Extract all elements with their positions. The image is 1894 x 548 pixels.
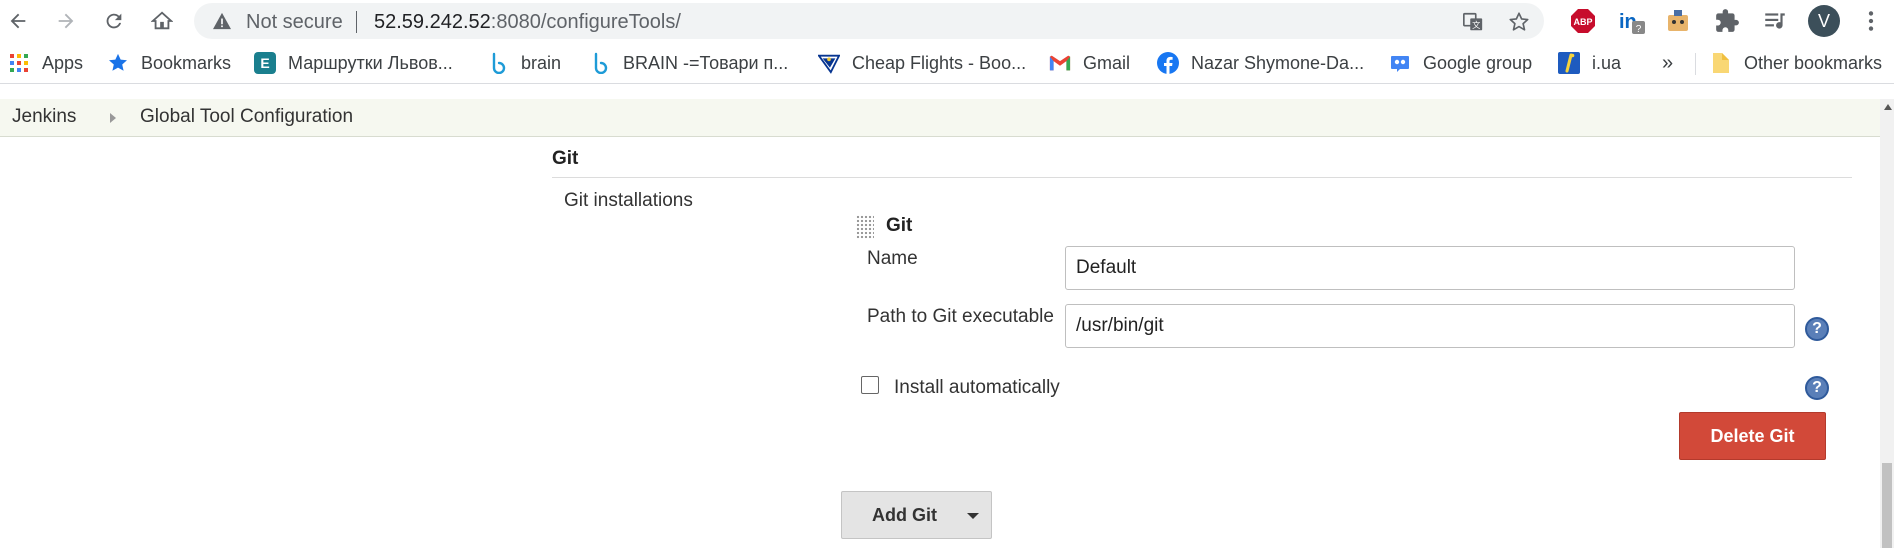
- google-groups-icon: [1389, 52, 1411, 74]
- apps-grid-icon: [8, 52, 30, 74]
- url-text[interactable]: 52.59.242.52:8080/configureTools/: [374, 11, 681, 34]
- bookmark-facebook-profile[interactable]: Nazar Shymone-Da...: [1157, 43, 1364, 83]
- media-queue-icon[interactable]: [1762, 8, 1788, 34]
- name-input[interactable]: [1065, 246, 1795, 290]
- add-git-label: Add Git: [872, 505, 937, 525]
- bookmark-label: Google group: [1423, 52, 1533, 73]
- install-automatically-label[interactable]: Install automatically: [894, 377, 1060, 399]
- bookmark-label: BRAIN -=Товари п...: [623, 52, 789, 73]
- name-label: Name: [867, 248, 918, 269]
- svg-text:ABP: ABP: [1573, 17, 1592, 27]
- bookmark-label: Apps: [42, 52, 84, 73]
- address-bar[interactable]: Not secure 52.59.242.52:8080/configureTo…: [194, 3, 1544, 39]
- robot-extension-icon[interactable]: [1665, 8, 1691, 34]
- bookmark-iua[interactable]: i.ua: [1558, 43, 1621, 83]
- e-logo-icon: E: [254, 52, 276, 74]
- bookmark-label: Gmail: [1083, 52, 1131, 73]
- scrollbar-thumb[interactable]: [1882, 463, 1892, 548]
- bookmark-label: Other bookmarks: [1744, 52, 1883, 73]
- breadcrumb-jenkins[interactable]: Jenkins: [12, 106, 76, 128]
- omnibox-separator: [356, 11, 357, 33]
- iua-icon: [1558, 52, 1580, 74]
- facebook-icon: [1157, 52, 1179, 74]
- bookmark-label: i.ua: [1592, 52, 1622, 73]
- bookmark-apps[interactable]: Apps: [8, 43, 83, 83]
- bookmark-brain[interactable]: brain: [487, 43, 561, 83]
- bookmarks-divider: [1695, 53, 1696, 75]
- svg-text:E: E: [260, 55, 269, 71]
- profile-avatar[interactable]: V: [1808, 5, 1840, 37]
- reload-button[interactable]: [99, 6, 129, 36]
- adblock-plus-icon[interactable]: ABP: [1570, 8, 1596, 34]
- back-arrow-icon: [10, 13, 26, 29]
- breadcrumb-chevron-icon[interactable]: [110, 113, 116, 123]
- bookmark-marshrutky[interactable]: E Маршрутки Львов...: [254, 43, 453, 83]
- reload-icon: [106, 13, 122, 29]
- breadcrumb-global-tool-configuration[interactable]: Global Tool Configuration: [140, 106, 353, 128]
- extensions-puzzle-icon[interactable]: [1714, 8, 1740, 34]
- translate-icon[interactable]: 文: [1462, 11, 1484, 33]
- brain-logo-icon: [487, 52, 509, 74]
- breadcrumb: Jenkins Global Tool Configuration: [0, 99, 1894, 137]
- bookmark-label: brain: [521, 52, 562, 73]
- bookmark-other-bookmarks[interactable]: Other bookmarks: [1710, 43, 1882, 83]
- bookmark-label: Nazar Shymone-Da...: [1191, 52, 1365, 73]
- bookmarks-bar: Apps Bookmarks E Маршрутки Львов... brai…: [0, 43, 1894, 84]
- path-help-icon[interactable]: ?: [1805, 317, 1829, 341]
- bookmark-gmail[interactable]: Gmail: [1049, 43, 1130, 83]
- bookmark-star-icon[interactable]: [1508, 11, 1530, 33]
- install-automatically-checkbox[interactable]: [861, 376, 879, 394]
- forward-button[interactable]: [51, 6, 81, 36]
- home-icon: [151, 11, 173, 30]
- path-label: Path to Git executable: [867, 306, 1054, 327]
- path-to-git-input[interactable]: [1065, 304, 1795, 348]
- brain-logo-icon: [589, 52, 611, 74]
- bookmarks-overflow-button[interactable]: »: [1662, 43, 1673, 83]
- dropdown-caret-icon[interactable]: [967, 513, 979, 519]
- back-button[interactable]: [3, 6, 33, 36]
- browser-menu-icon[interactable]: [1858, 8, 1884, 34]
- delete-git-button[interactable]: Delete Git: [1679, 412, 1826, 460]
- ryanair-logo-icon: [818, 52, 840, 74]
- folder-icon: [1710, 52, 1732, 74]
- section-divider: [552, 177, 1852, 178]
- bookmark-brain-tovary[interactable]: BRAIN -=Товари п...: [589, 43, 788, 83]
- security-status-label[interactable]: Not secure: [246, 11, 343, 34]
- svg-text:?: ?: [1636, 24, 1642, 35]
- scroll-up-arrow-icon[interactable]: [1884, 104, 1892, 110]
- bookmark-bookmarks[interactable]: Bookmarks: [107, 43, 231, 83]
- linkedin-extension-icon[interactable]: in?: [1618, 8, 1645, 35]
- forward-arrow-icon: [58, 13, 74, 29]
- git-installation-header: Git: [886, 215, 913, 236]
- bookmark-cheap-flights[interactable]: Cheap Flights - Boo...: [818, 43, 1026, 83]
- add-git-button[interactable]: Add Git: [841, 491, 992, 539]
- star-icon: [107, 52, 129, 74]
- url-path: :8080/configureTools/: [490, 11, 681, 33]
- svg-text:文: 文: [1472, 20, 1480, 30]
- gmail-icon: [1049, 52, 1071, 74]
- drag-handle-icon[interactable]: [856, 215, 874, 239]
- home-button[interactable]: [147, 6, 177, 36]
- warning-triangle-icon: [213, 12, 231, 30]
- install-help-icon[interactable]: ?: [1805, 376, 1829, 400]
- git-installations-label: Git installations: [564, 190, 693, 211]
- url-host: 52.59.242.52: [374, 11, 491, 33]
- bookmark-label: Bookmarks: [141, 52, 232, 73]
- section-title-git: Git: [552, 148, 579, 169]
- bookmark-label: Cheap Flights - Boo...: [852, 52, 1027, 73]
- bookmark-label: Маршрутки Львов...: [288, 52, 453, 73]
- browser-toolbar: Not secure 52.59.242.52:8080/configureTo…: [0, 0, 1894, 43]
- bookmark-google-group[interactable]: Google group: [1389, 43, 1532, 83]
